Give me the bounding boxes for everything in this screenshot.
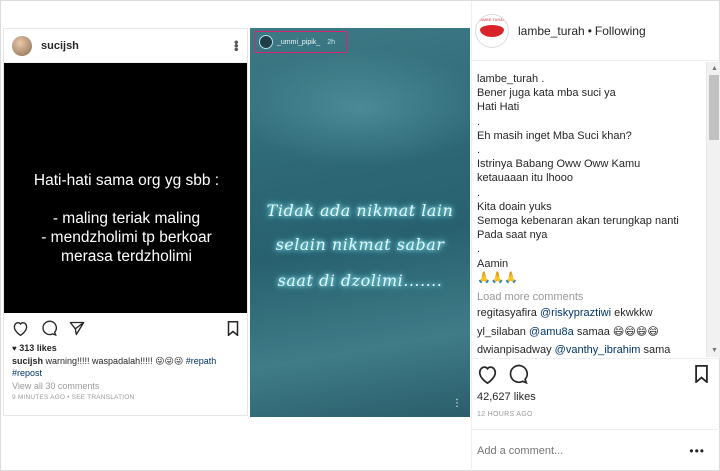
share-icon[interactable] [69, 321, 85, 336]
story-header-highlight: _ummi_pipik_ 2h [254, 31, 347, 53]
story-username: _ummi_pipik_ [277, 38, 321, 46]
caption-line: . [477, 144, 481, 157]
post-actions [4, 313, 247, 343]
load-more-comments-link[interactable]: Load more comments [472, 289, 720, 304]
panel-username[interactable]: lambe_turah [518, 24, 585, 38]
hashtag-link[interactable]: #repath [186, 356, 217, 366]
post-detail-panel: LAMBE TURAH lambe_turah • Following lamb… [471, 1, 720, 471]
comment-icon[interactable] [41, 320, 57, 336]
story-screenshot: _ummi_pipik_ 2h Tidak ada nikmat lain se… [250, 28, 470, 417]
post-timestamp: 9 MINUTES AGO [12, 394, 66, 401]
comment-mention[interactable]: @vanthy_ibrahim [555, 344, 641, 356]
comment-row: regitasyafira @riskypraztiwi ekwkkw [472, 304, 720, 323]
caption-line: Eh masih inget Mba Suci khan? [477, 129, 632, 142]
scroll-down-icon[interactable]: ▼ [707, 344, 720, 357]
caption-line: . [477, 243, 481, 256]
caption-text: warning!!!!! waspadalah!!!!! 😜😜😜 [45, 356, 184, 366]
bookmark-icon[interactable] [227, 320, 239, 336]
scrollbar-thumb[interactable] [709, 75, 719, 140]
caption-line: Kita doain yuks [477, 200, 552, 213]
post-image-heading: Hati-hati sama org yg sbb : [33, 172, 220, 189]
post-username[interactable]: sucijsh [41, 40, 233, 52]
separator-dot: • [587, 23, 592, 38]
avatar-logo-text: LAMBE TURAH [478, 17, 506, 22]
panel-header: LAMBE TURAH lambe_turah • Following [472, 1, 720, 61]
post-image-body: - maling teriak maling - mendzholimi tp … [4, 209, 247, 266]
caption-line: Pada saat nya [477, 229, 548, 242]
avatar[interactable] [12, 35, 32, 56]
comment-text: sama [643, 344, 671, 357]
hashtag-link[interactable]: #repost [12, 368, 42, 378]
bookmark-icon[interactable] [694, 365, 709, 388]
caption-line: ketauaaan itu lhooo [477, 172, 574, 185]
caption-line: . [477, 115, 481, 128]
avatar [259, 35, 273, 49]
caption-username[interactable]: sucijsh [12, 356, 43, 366]
story-text-line: Tidak ada nikmat lain [266, 201, 454, 220]
comment-text: ekwkkw [614, 307, 653, 320]
likes-count[interactable]: 42,627 likes [477, 391, 536, 403]
post-timestamp: 12 HOURS AGO [477, 411, 533, 418]
post-image-line: merasa terdzholimi [61, 248, 192, 265]
panel-caption: lambe_turah . Bener juga kata mba suci y… [472, 62, 720, 285]
view-all-comments-link[interactable]: View all 30 comments [4, 379, 247, 391]
caption-line: lambe_turah . [477, 73, 545, 85]
comment-username[interactable]: dwianpisadway [477, 344, 552, 356]
following-button[interactable]: Following [595, 24, 646, 38]
more-options-icon[interactable]: ••• [229, 40, 244, 51]
add-comment-bar: ••• [472, 429, 720, 471]
post-caption: sucijsh warning!!!!! waspadalah!!!!! 😜😜😜… [4, 353, 247, 379]
caption-line: Aamin [477, 257, 509, 270]
comment-mention[interactable]: @amu8a [529, 326, 574, 338]
comment-username[interactable]: regitasyafira [477, 307, 537, 319]
comment-row: yl_silaban @amu8a samaa 😄😄😄😄 [472, 323, 720, 342]
embedded-post-sucijsh: sucijsh ••• Hati-hati sama org yg sbb : … [3, 28, 248, 416]
screenshot-frame: sucijsh ••• Hati-hati sama org yg sbb : … [0, 0, 720, 471]
see-translation-link[interactable]: SEE TRANSLATION [72, 394, 135, 401]
heart-icon[interactable] [12, 321, 29, 336]
comment-text: samaa 😄😄😄😄 [576, 325, 659, 338]
comment-icon[interactable] [508, 364, 528, 389]
caption-line: Bener juga kata mba suci ya [477, 87, 616, 100]
caption-line: Istrinya Babang Oww Oww Kamu [477, 158, 641, 171]
story-background-glow [250, 48, 470, 168]
comments-scrollbar[interactable]: ▲ ▼ [706, 62, 720, 357]
story-text-line: saat di dzolimi....... [277, 271, 443, 290]
caption-line: Hati Hati [477, 101, 520, 114]
story-time: 2h [327, 38, 335, 46]
post-image-line: - maling teriak maling [52, 210, 201, 227]
caption-line: 🙏🙏🙏 [477, 271, 519, 284]
panel-actions [472, 358, 720, 394]
comment-mention[interactable]: @riskypraztiwi [540, 307, 611, 319]
post-time: 9 MINUTES AGO • SEE TRANSLATION [12, 394, 135, 401]
add-comment-input[interactable] [477, 445, 690, 457]
comment-username[interactable]: yl_silaban [477, 326, 526, 338]
scroll-up-icon[interactable]: ▲ [707, 62, 720, 75]
post-image: Hati-hati sama org yg sbb : - maling ter… [4, 63, 247, 313]
post-header: sucijsh ••• [4, 29, 247, 63]
likes-text: 313 likes [19, 343, 57, 353]
heart-icon[interactable] [477, 365, 498, 389]
likes-count[interactable]: ♥ 313 likes [4, 343, 247, 353]
caption-line: Semoga kebenaran akan terungkap nanti [477, 215, 679, 228]
post-image-line: - mendzholimi tp berkoar [41, 229, 212, 246]
comments-scroll-area[interactable]: lambe_turah . Bener juga kata mba suci y… [472, 62, 720, 357]
more-options-icon[interactable]: ••• [689, 444, 705, 458]
caption-line: . [477, 186, 481, 199]
story-text-line: selain nikmat sabar [275, 235, 445, 254]
story-more-icon: ⋮ [452, 398, 462, 409]
avatar[interactable]: LAMBE TURAH [475, 13, 509, 48]
comment-row: dwianpisadway @vanthy_ibrahim sama [472, 341, 720, 357]
lips-logo-icon [480, 24, 504, 37]
